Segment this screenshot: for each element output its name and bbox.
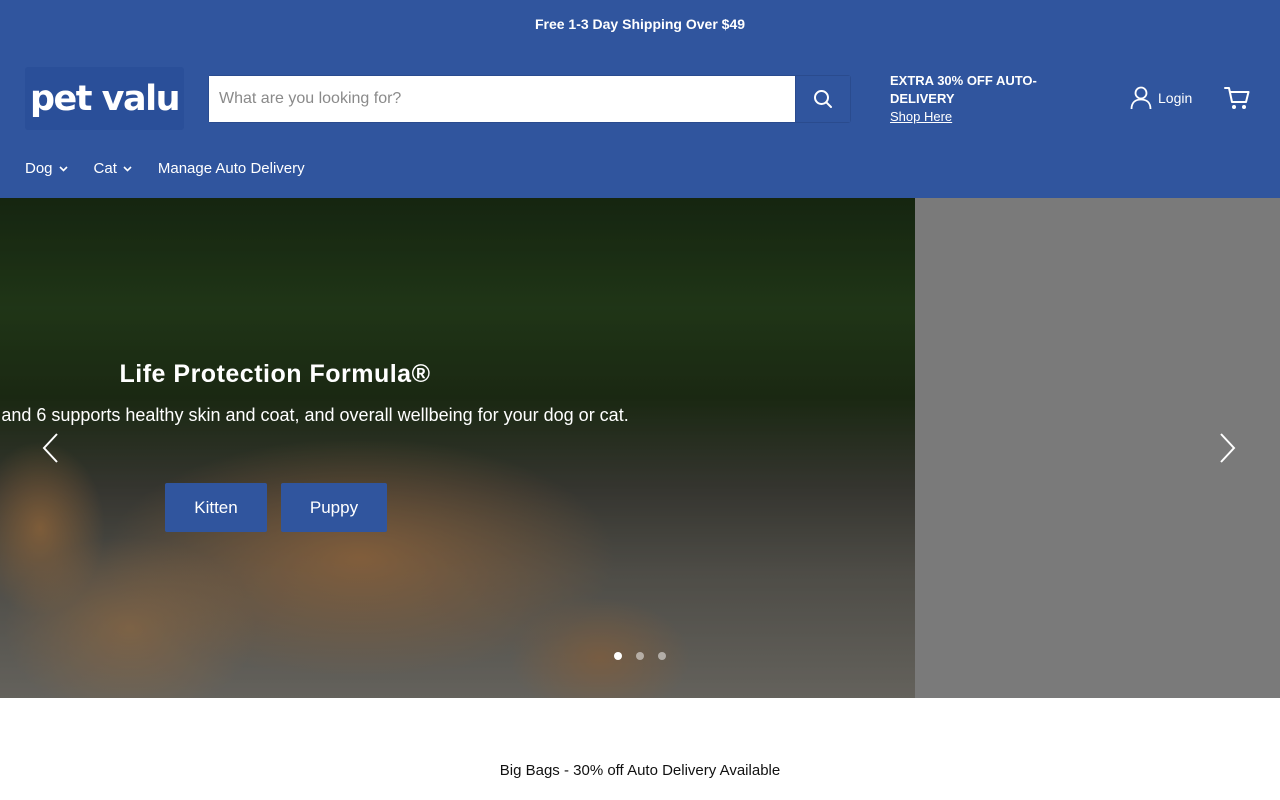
next-slide-button[interactable] xyxy=(1218,428,1238,468)
nav-item-cat[interactable]: Cat xyxy=(94,160,132,177)
promo-heading: Big Bags - 30% off Auto Delivery Availab… xyxy=(499,762,781,779)
auto-delivery-promo-title: EXTRA 30% OFF AUTO-DELIVERY xyxy=(890,73,1037,106)
puppy-button[interactable]: Puppy xyxy=(281,483,387,532)
cart-button[interactable] xyxy=(1223,84,1251,117)
shop-here-link[interactable]: Shop Here xyxy=(890,108,1070,126)
slide-dots xyxy=(614,652,666,660)
hero-title: Life Protection Formula® xyxy=(119,360,431,388)
nav-item-label: Dog xyxy=(25,160,53,177)
nav-item-dog[interactable]: Dog xyxy=(25,160,68,177)
site-header: Free 1-3 Day Shipping Over $49 pet valu … xyxy=(0,0,1280,198)
auto-delivery-promo: EXTRA 30% OFF AUTO-DELIVERY Shop Here xyxy=(890,72,1070,126)
chevron-down-icon xyxy=(123,165,132,172)
search-form xyxy=(208,75,851,123)
login-label: Login xyxy=(1158,90,1193,106)
chevron-right-icon xyxy=(1220,433,1236,463)
main-nav: Dog Cat Manage Auto Delivery xyxy=(25,160,331,177)
slide-dot[interactable] xyxy=(636,652,644,660)
chevron-down-icon xyxy=(58,165,68,172)
search-button[interactable] xyxy=(795,76,850,122)
slide-dot[interactable] xyxy=(614,652,622,660)
nav-item-manage-auto-delivery[interactable]: Manage Auto Delivery xyxy=(158,160,305,177)
search-icon xyxy=(814,90,832,108)
previous-slide-button[interactable] xyxy=(40,428,60,468)
announcement-bar[interactable]: Free 1-3 Day Shipping Over $49 xyxy=(0,0,1280,48)
hero-text: Omega-3 and 6 supports healthy skin and … xyxy=(0,405,629,425)
hero-slideshow: Life Protection Formula® Omega-3 and 6 s… xyxy=(0,198,1280,698)
search-input[interactable] xyxy=(209,76,795,122)
hero-slide-content: Life Protection Formula® Omega-3 and 6 s… xyxy=(0,198,629,698)
chevron-left-icon xyxy=(42,433,58,463)
user-icon xyxy=(1130,86,1152,110)
nav-item-label: Cat xyxy=(93,160,117,177)
logo-text: pet valu xyxy=(29,78,181,119)
nav-item-label: Manage Auto Delivery xyxy=(157,160,305,177)
slide-dot[interactable] xyxy=(658,652,666,660)
cart-icon xyxy=(1224,87,1250,109)
kitten-button[interactable]: Kitten xyxy=(165,483,267,532)
login-link[interactable]: Login xyxy=(1130,86,1192,110)
logo[interactable]: pet valu xyxy=(25,67,184,130)
